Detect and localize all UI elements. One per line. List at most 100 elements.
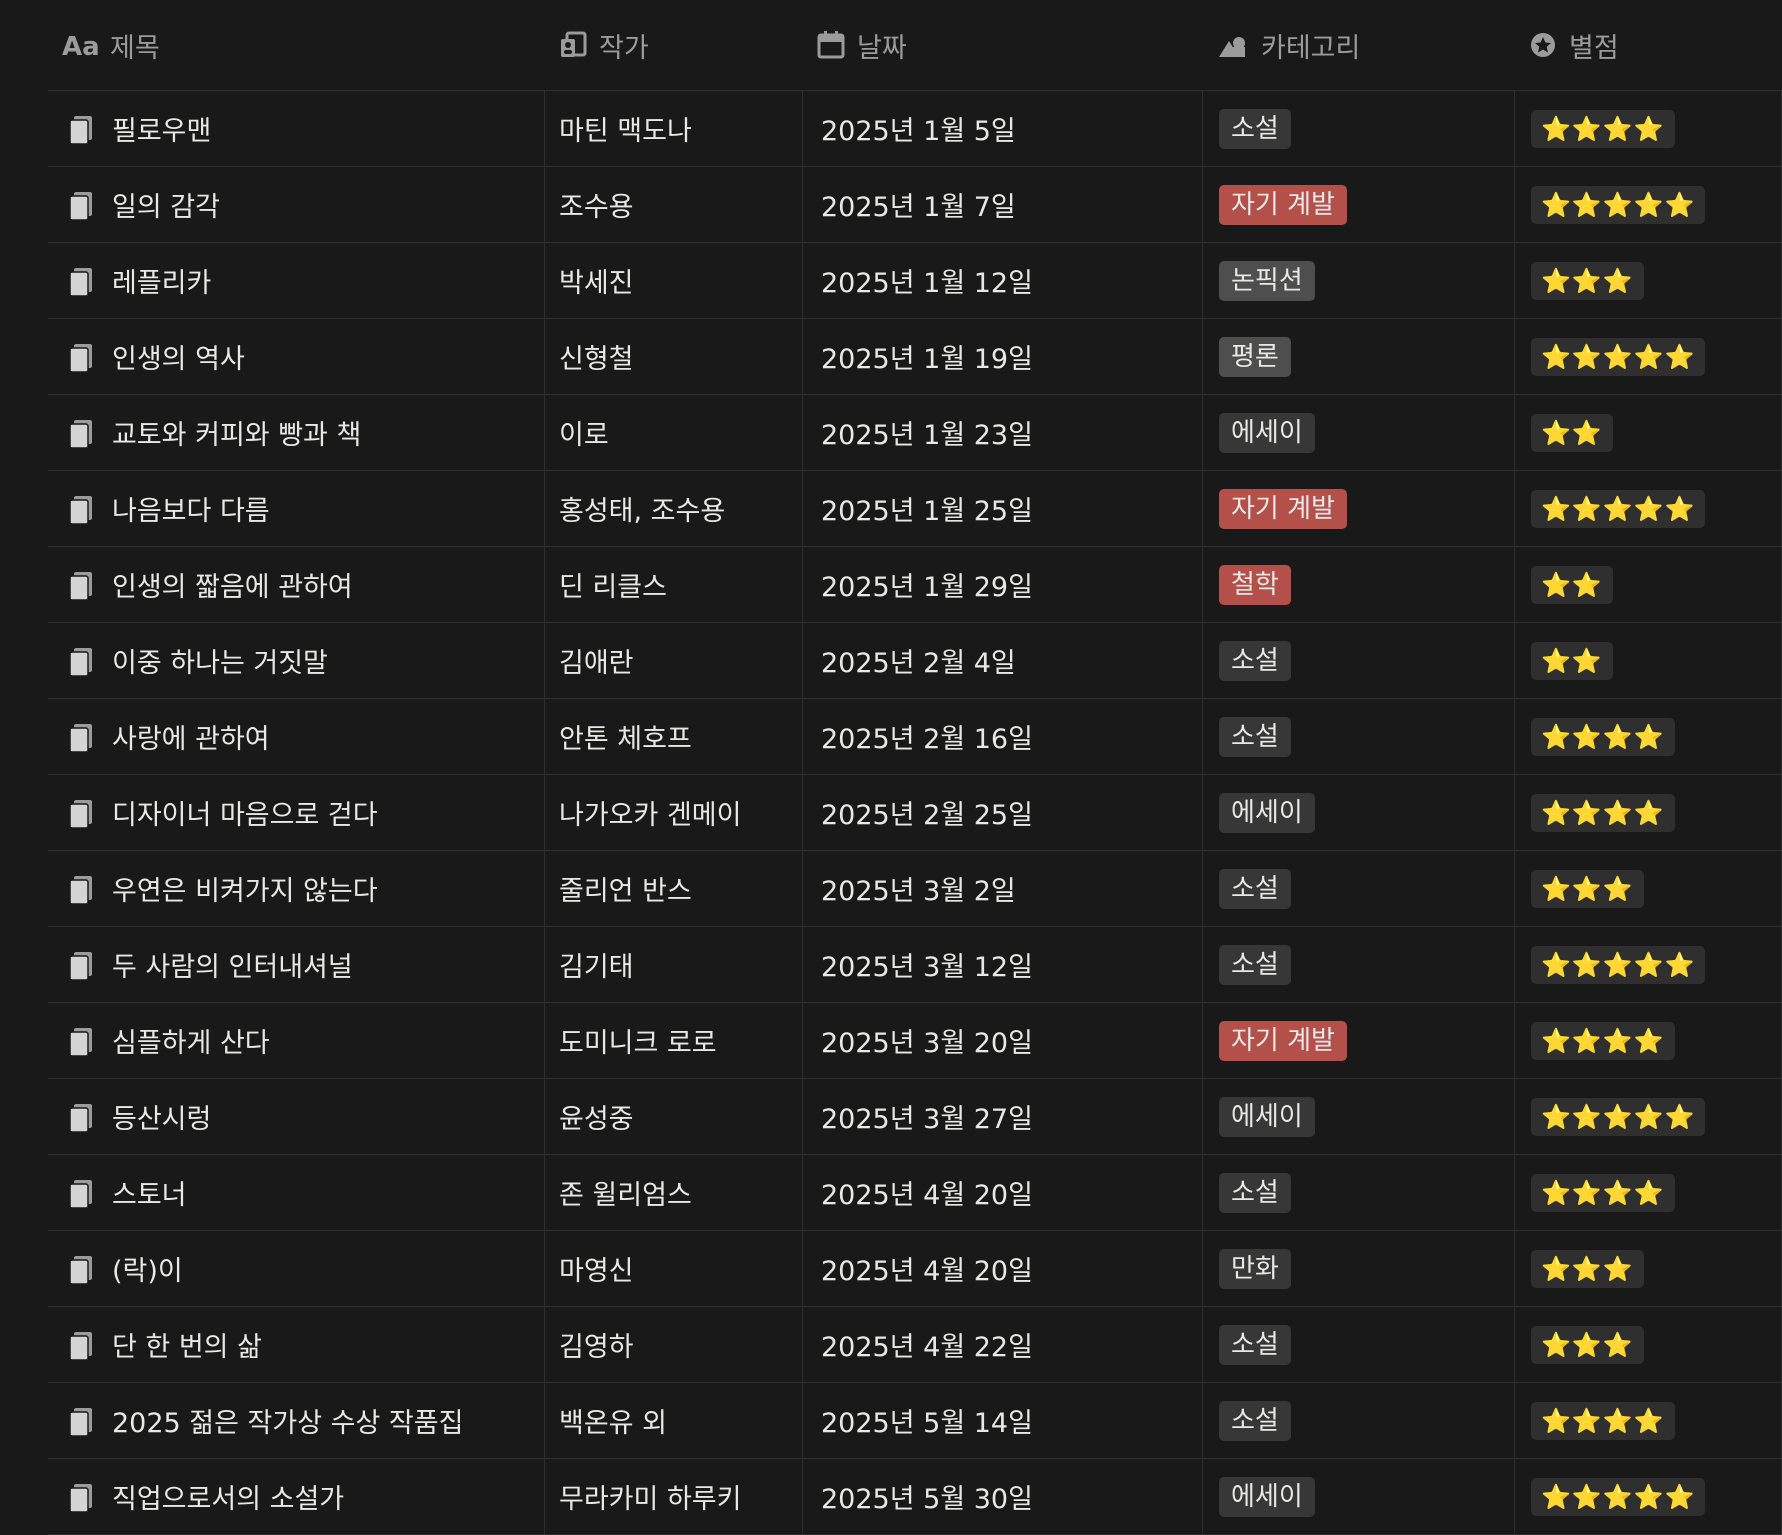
category-cell[interactable]: 만화	[1203, 1231, 1515, 1306]
rating-cell[interactable]: ⭐⭐	[1515, 547, 1782, 622]
category-cell[interactable]: 논픽션	[1203, 243, 1515, 318]
table-row[interactable]: 등산시렁 윤성중 2025년 3월 27일 에세이 ⭐⭐⭐⭐⭐	[48, 1079, 1782, 1155]
date-cell[interactable]: 2025년 1월 29일	[803, 547, 1203, 622]
title-cell[interactable]: 디자이너 마음으로 걷다	[48, 775, 545, 850]
author-cell[interactable]: 조수용	[545, 167, 803, 242]
rating-cell[interactable]: ⭐⭐⭐⭐	[1515, 91, 1782, 166]
table-row[interactable]: 단 한 번의 삶 김영하 2025년 4월 22일 소설 ⭐⭐⭐	[48, 1307, 1782, 1383]
rating-cell[interactable]: ⭐⭐⭐⭐⭐	[1515, 1459, 1782, 1534]
author-cell[interactable]: 신형철	[545, 319, 803, 394]
table-row[interactable]: 우연은 비켜가지 않는다 줄리언 반스 2025년 3월 2일 소설 ⭐⭐⭐	[48, 851, 1782, 927]
date-cell[interactable]: 2025년 4월 22일	[803, 1307, 1203, 1382]
rating-cell[interactable]: ⭐⭐⭐	[1515, 243, 1782, 318]
author-cell[interactable]: 안톤 체호프	[545, 699, 803, 774]
title-cell[interactable]: 두 사람의 인터내셔널	[48, 927, 545, 1002]
header-rating[interactable]: 별점	[1515, 26, 1782, 65]
category-cell[interactable]: 소설	[1203, 1307, 1515, 1382]
date-cell[interactable]: 2025년 3월 12일	[803, 927, 1203, 1002]
date-cell[interactable]: 2025년 2월 25일	[803, 775, 1203, 850]
author-cell[interactable]: 마영신	[545, 1231, 803, 1306]
category-cell[interactable]: 자기 계발	[1203, 471, 1515, 546]
category-cell[interactable]: 소설	[1203, 699, 1515, 774]
author-cell[interactable]: 도미니크 로로	[545, 1003, 803, 1078]
date-cell[interactable]: 2025년 1월 12일	[803, 243, 1203, 318]
category-cell[interactable]: 소설	[1203, 927, 1515, 1002]
author-cell[interactable]: 이로	[545, 395, 803, 470]
rating-cell[interactable]: ⭐⭐⭐	[1515, 1307, 1782, 1382]
table-row[interactable]: 나음보다 다름 홍성태, 조수용 2025년 1월 25일 자기 계발 ⭐⭐⭐⭐…	[48, 471, 1782, 547]
date-cell[interactable]: 2025년 1월 7일	[803, 167, 1203, 242]
date-cell[interactable]: 2025년 4월 20일	[803, 1231, 1203, 1306]
title-cell[interactable]: 등산시렁	[48, 1079, 545, 1154]
date-cell[interactable]: 2025년 1월 5일	[803, 91, 1203, 166]
rating-cell[interactable]: ⭐⭐⭐⭐⭐	[1515, 471, 1782, 546]
header-category[interactable]: 카테고리	[1203, 26, 1515, 65]
title-cell[interactable]: 우연은 비켜가지 않는다	[48, 851, 545, 926]
table-row[interactable]: 일의 감각 조수용 2025년 1월 7일 자기 계발 ⭐⭐⭐⭐⭐	[48, 167, 1782, 243]
table-row[interactable]: 필로우맨 마틴 맥도나 2025년 1월 5일 소설 ⭐⭐⭐⭐	[48, 91, 1782, 167]
title-cell[interactable]: 나음보다 다름	[48, 471, 545, 546]
date-cell[interactable]: 2025년 3월 2일	[803, 851, 1203, 926]
date-cell[interactable]: 2025년 2월 4일	[803, 623, 1203, 698]
table-row[interactable]: (락)이 마영신 2025년 4월 20일 만화 ⭐⭐⭐	[48, 1231, 1782, 1307]
rating-cell[interactable]: ⭐⭐⭐	[1515, 1231, 1782, 1306]
category-cell[interactable]: 소설	[1203, 851, 1515, 926]
category-cell[interactable]: 철학	[1203, 547, 1515, 622]
date-cell[interactable]: 2025년 3월 27일	[803, 1079, 1203, 1154]
header-title[interactable]: Aa 제목	[48, 26, 545, 65]
author-cell[interactable]: 김기태	[545, 927, 803, 1002]
title-cell[interactable]: 인생의 짧음에 관하여	[48, 547, 545, 622]
table-row[interactable]: 스토너 존 윌리엄스 2025년 4월 20일 소설 ⭐⭐⭐⭐	[48, 1155, 1782, 1231]
date-cell[interactable]: 2025년 3월 20일	[803, 1003, 1203, 1078]
rating-cell[interactable]: ⭐⭐⭐⭐	[1515, 1155, 1782, 1230]
title-cell[interactable]: 레플리카	[48, 243, 545, 318]
category-cell[interactable]: 에세이	[1203, 1459, 1515, 1534]
category-cell[interactable]: 자기 계발	[1203, 1003, 1515, 1078]
table-row[interactable]: 교토와 커피와 빵과 책 이로 2025년 1월 23일 에세이 ⭐⭐	[48, 395, 1782, 471]
date-cell[interactable]: 2025년 5월 30일	[803, 1459, 1203, 1534]
table-row[interactable]: 이중 하나는 거짓말 김애란 2025년 2월 4일 소설 ⭐⭐	[48, 623, 1782, 699]
table-row[interactable]: 사랑에 관하여 안톤 체호프 2025년 2월 16일 소설 ⭐⭐⭐⭐	[48, 699, 1782, 775]
date-cell[interactable]: 2025년 4월 20일	[803, 1155, 1203, 1230]
author-cell[interactable]: 나가오카 겐메이	[545, 775, 803, 850]
category-cell[interactable]: 에세이	[1203, 775, 1515, 850]
author-cell[interactable]: 마틴 맥도나	[545, 91, 803, 166]
title-cell[interactable]: 심플하게 산다	[48, 1003, 545, 1078]
date-cell[interactable]: 2025년 5월 14일	[803, 1383, 1203, 1458]
rating-cell[interactable]: ⭐⭐⭐⭐	[1515, 699, 1782, 774]
author-cell[interactable]: 박세진	[545, 243, 803, 318]
table-row[interactable]: 인생의 짧음에 관하여 딘 리클스 2025년 1월 29일 철학 ⭐⭐	[48, 547, 1782, 623]
category-cell[interactable]: 소설	[1203, 91, 1515, 166]
category-cell[interactable]: 평론	[1203, 319, 1515, 394]
category-cell[interactable]: 에세이	[1203, 1079, 1515, 1154]
rating-cell[interactable]: ⭐⭐⭐⭐	[1515, 775, 1782, 850]
author-cell[interactable]: 김애란	[545, 623, 803, 698]
title-cell[interactable]: 2025 젊은 작가상 수상 작품집	[48, 1383, 545, 1458]
author-cell[interactable]: 존 윌리엄스	[545, 1155, 803, 1230]
title-cell[interactable]: 교토와 커피와 빵과 책	[48, 395, 545, 470]
rating-cell[interactable]: ⭐⭐	[1515, 395, 1782, 470]
title-cell[interactable]: 인생의 역사	[48, 319, 545, 394]
title-cell[interactable]: (락)이	[48, 1231, 545, 1306]
category-cell[interactable]: 에세이	[1203, 395, 1515, 470]
rating-cell[interactable]: ⭐⭐⭐⭐	[1515, 1383, 1782, 1458]
title-cell[interactable]: 필로우맨	[48, 91, 545, 166]
date-cell[interactable]: 2025년 1월 19일	[803, 319, 1203, 394]
title-cell[interactable]: 직업으로서의 소설가	[48, 1459, 545, 1534]
title-cell[interactable]: 이중 하나는 거짓말	[48, 623, 545, 698]
date-cell[interactable]: 2025년 2월 16일	[803, 699, 1203, 774]
table-row[interactable]: 인생의 역사 신형철 2025년 1월 19일 평론 ⭐⭐⭐⭐⭐	[48, 319, 1782, 395]
rating-cell[interactable]: ⭐⭐⭐⭐⭐	[1515, 927, 1782, 1002]
table-row[interactable]: 심플하게 산다 도미니크 로로 2025년 3월 20일 자기 계발 ⭐⭐⭐⭐	[48, 1003, 1782, 1079]
table-row[interactable]: 직업으로서의 소설가 무라카미 하루키 2025년 5월 30일 에세이 ⭐⭐⭐…	[48, 1459, 1782, 1535]
title-cell[interactable]: 일의 감각	[48, 167, 545, 242]
rating-cell[interactable]: ⭐⭐⭐⭐⭐	[1515, 167, 1782, 242]
table-row[interactable]: 2025 젊은 작가상 수상 작품집 백온유 외 2025년 5월 14일 소설…	[48, 1383, 1782, 1459]
rating-cell[interactable]: ⭐⭐⭐⭐	[1515, 1003, 1782, 1078]
rating-cell[interactable]: ⭐⭐⭐⭐⭐	[1515, 1079, 1782, 1154]
author-cell[interactable]: 무라카미 하루키	[545, 1459, 803, 1534]
title-cell[interactable]: 사랑에 관하여	[48, 699, 545, 774]
header-author[interactable]: 작가	[545, 26, 803, 65]
rating-cell[interactable]: ⭐⭐⭐	[1515, 851, 1782, 926]
table-row[interactable]: 두 사람의 인터내셔널 김기태 2025년 3월 12일 소설 ⭐⭐⭐⭐⭐	[48, 927, 1782, 1003]
